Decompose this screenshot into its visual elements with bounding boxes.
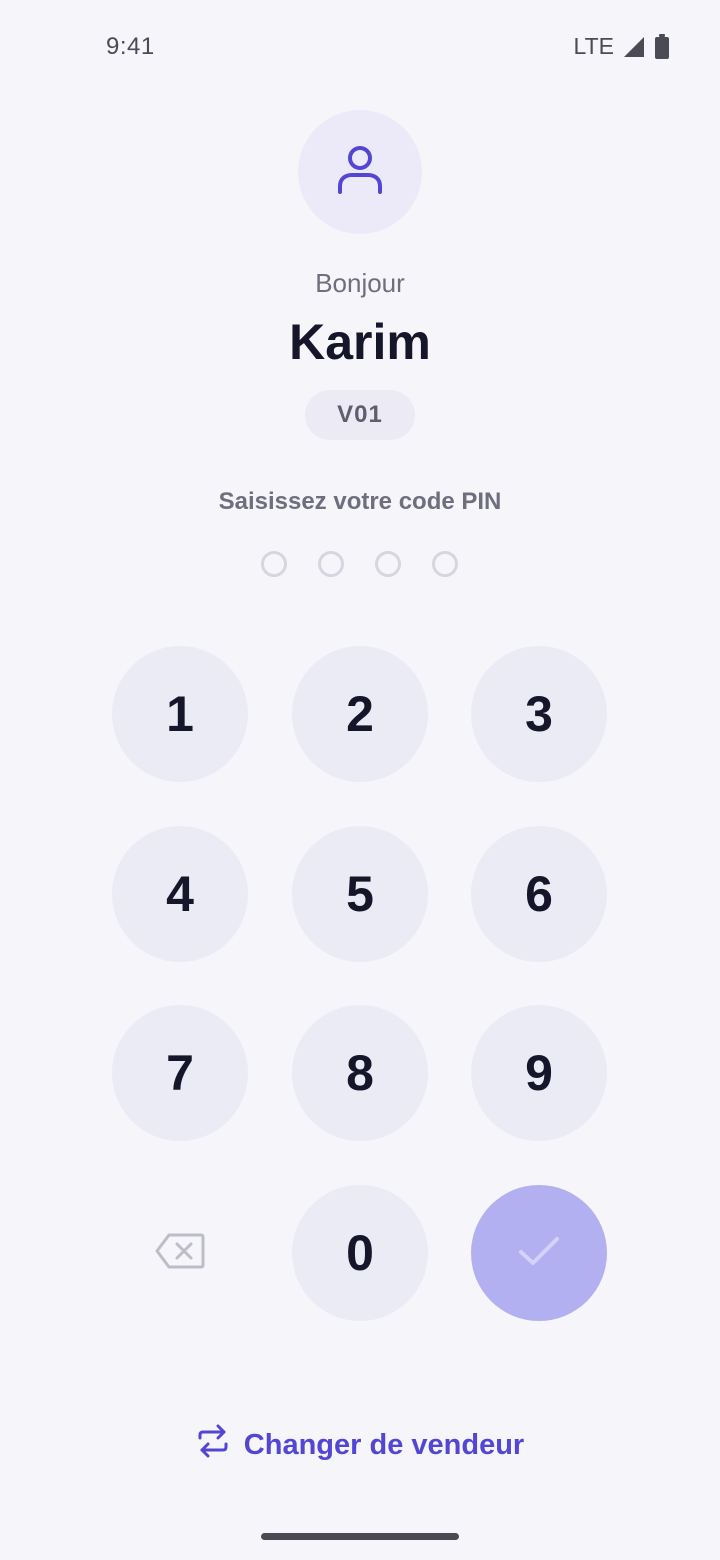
key-9[interactable]: 9 <box>471 1005 607 1141</box>
key-8[interactable]: 8 <box>292 1005 428 1141</box>
switch-vendor-label: Changer de vendeur <box>243 1428 525 1461</box>
signal-icon <box>622 35 646 59</box>
vendor-code-badge: V01 <box>305 390 415 440</box>
key-0[interactable]: 0 <box>292 1185 428 1321</box>
pin-prompt: Saisissez votre code PIN <box>218 488 502 515</box>
network-type: LTE <box>573 33 614 59</box>
greeting-text: Bonjour <box>315 268 405 298</box>
confirm-button[interactable] <box>471 1185 607 1321</box>
key-2[interactable]: 2 <box>292 646 428 782</box>
key-7[interactable]: 7 <box>112 1005 248 1141</box>
user-icon <box>336 144 384 201</box>
pin-dot <box>375 551 401 577</box>
status-time: 9:41 <box>106 33 155 60</box>
pin-dot <box>432 551 458 577</box>
pin-dot <box>261 551 287 577</box>
backspace-button[interactable] <box>112 1185 248 1321</box>
key-5[interactable]: 5 <box>292 826 428 962</box>
key-4[interactable]: 4 <box>112 826 248 962</box>
avatar <box>298 110 422 234</box>
battery-icon <box>654 33 670 60</box>
key-3[interactable]: 3 <box>471 646 607 782</box>
home-indicator[interactable] <box>261 1533 459 1540</box>
backspace-icon <box>155 1232 205 1275</box>
pin-indicator <box>261 551 458 577</box>
key-6[interactable]: 6 <box>471 826 607 962</box>
check-icon <box>517 1234 561 1273</box>
pin-login-screen: 9:41 LTE Bonjour Karim V01 Saisissez vot… <box>0 0 720 1560</box>
key-1[interactable]: 1 <box>112 646 248 782</box>
user-name: Karim <box>289 314 431 370</box>
pin-dot <box>318 551 344 577</box>
switch-vendor-button[interactable]: Changer de vendeur <box>0 1424 720 1466</box>
swap-icon <box>196 1424 230 1466</box>
status-bar-right: LTE <box>574 33 670 60</box>
